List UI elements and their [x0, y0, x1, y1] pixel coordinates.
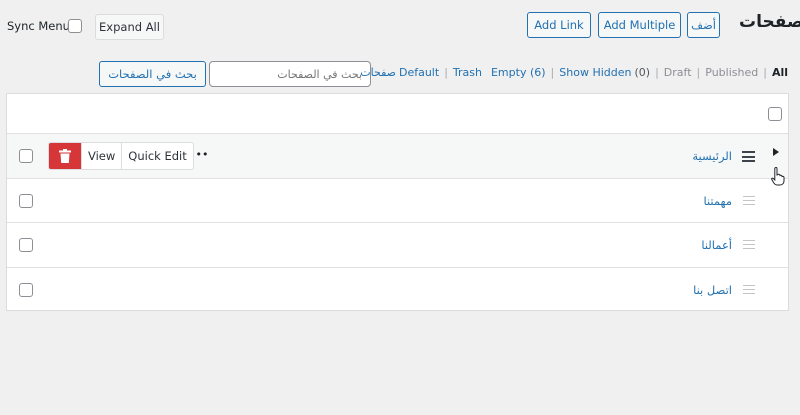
table-row[interactable]: مهمتنا [7, 179, 788, 223]
page-title-link[interactable]: أعمالنا [701, 238, 732, 252]
filter-trash[interactable]: Trash [453, 66, 482, 79]
sync-menu-checkbox[interactable] [68, 19, 82, 33]
table-row[interactable]: أعمالنا [7, 223, 788, 268]
add-multiple-button[interactable]: Add Multiple [598, 12, 681, 38]
drag-handle-icon[interactable] [743, 240, 755, 252]
add-link-button[interactable]: Add Link [527, 12, 591, 38]
filter-separator: | [763, 66, 767, 79]
table-row[interactable]: اتصل بنا [7, 268, 788, 310]
drag-handle-icon[interactable] [743, 285, 755, 297]
search-input[interactable] [209, 61, 371, 87]
row-actions: View Quick Edit [48, 142, 194, 170]
filter-separator: | [550, 66, 555, 79]
page-title-link[interactable]: اتصل بنا [693, 283, 732, 297]
drag-handle-icon[interactable] [743, 196, 755, 208]
page-title-link[interactable]: الرئيسية [692, 149, 732, 163]
filter-draft[interactable]: Draft [664, 66, 692, 79]
row-checkbox[interactable] [19, 194, 33, 208]
filter-separator: | [696, 66, 701, 79]
page-title: صفحات [739, 12, 800, 32]
filter-default[interactable]: Default [399, 66, 439, 79]
filter-pages[interactable]: صفحات [360, 66, 396, 79]
filter-show-hidden[interactable]: Show Hidden [559, 66, 631, 79]
select-all-checkbox[interactable] [768, 107, 782, 121]
add-button[interactable]: أضف [687, 12, 720, 38]
page-title-link[interactable]: مهمتنا [703, 194, 732, 208]
filter-all[interactable]: All [772, 66, 788, 79]
filter-show-hidden-count: (0) [634, 66, 651, 79]
row-checkbox[interactable] [19, 149, 33, 163]
filter-published[interactable]: Published [705, 66, 758, 79]
quick-edit-button[interactable]: Quick Edit [121, 143, 192, 169]
filter-separator: | [444, 66, 448, 79]
expand-all-button[interactable]: Expand All [95, 14, 164, 40]
row-checkbox[interactable] [19, 283, 33, 297]
view-button[interactable]: View [81, 143, 121, 169]
delete-button[interactable] [49, 143, 81, 169]
pages-table: ••• الرئيسية مهمتنا أعمالنا اتصل بنا [6, 93, 789, 311]
expand-caret-icon[interactable] [773, 148, 779, 156]
sync-menu-label: Sync Menu [7, 19, 70, 33]
search-button[interactable]: بحث في الصفحات [99, 61, 206, 87]
filter-separator: | [655, 66, 659, 79]
trash-icon [59, 149, 71, 163]
filter-empty[interactable]: Empty (6) [491, 66, 546, 79]
filter-links: صفحات Default | Trash Empty (6) | Show H… [360, 66, 788, 79]
drag-handle-icon[interactable] [742, 151, 755, 165]
table-header-row [7, 94, 788, 134]
row-checkbox[interactable] [19, 238, 33, 252]
